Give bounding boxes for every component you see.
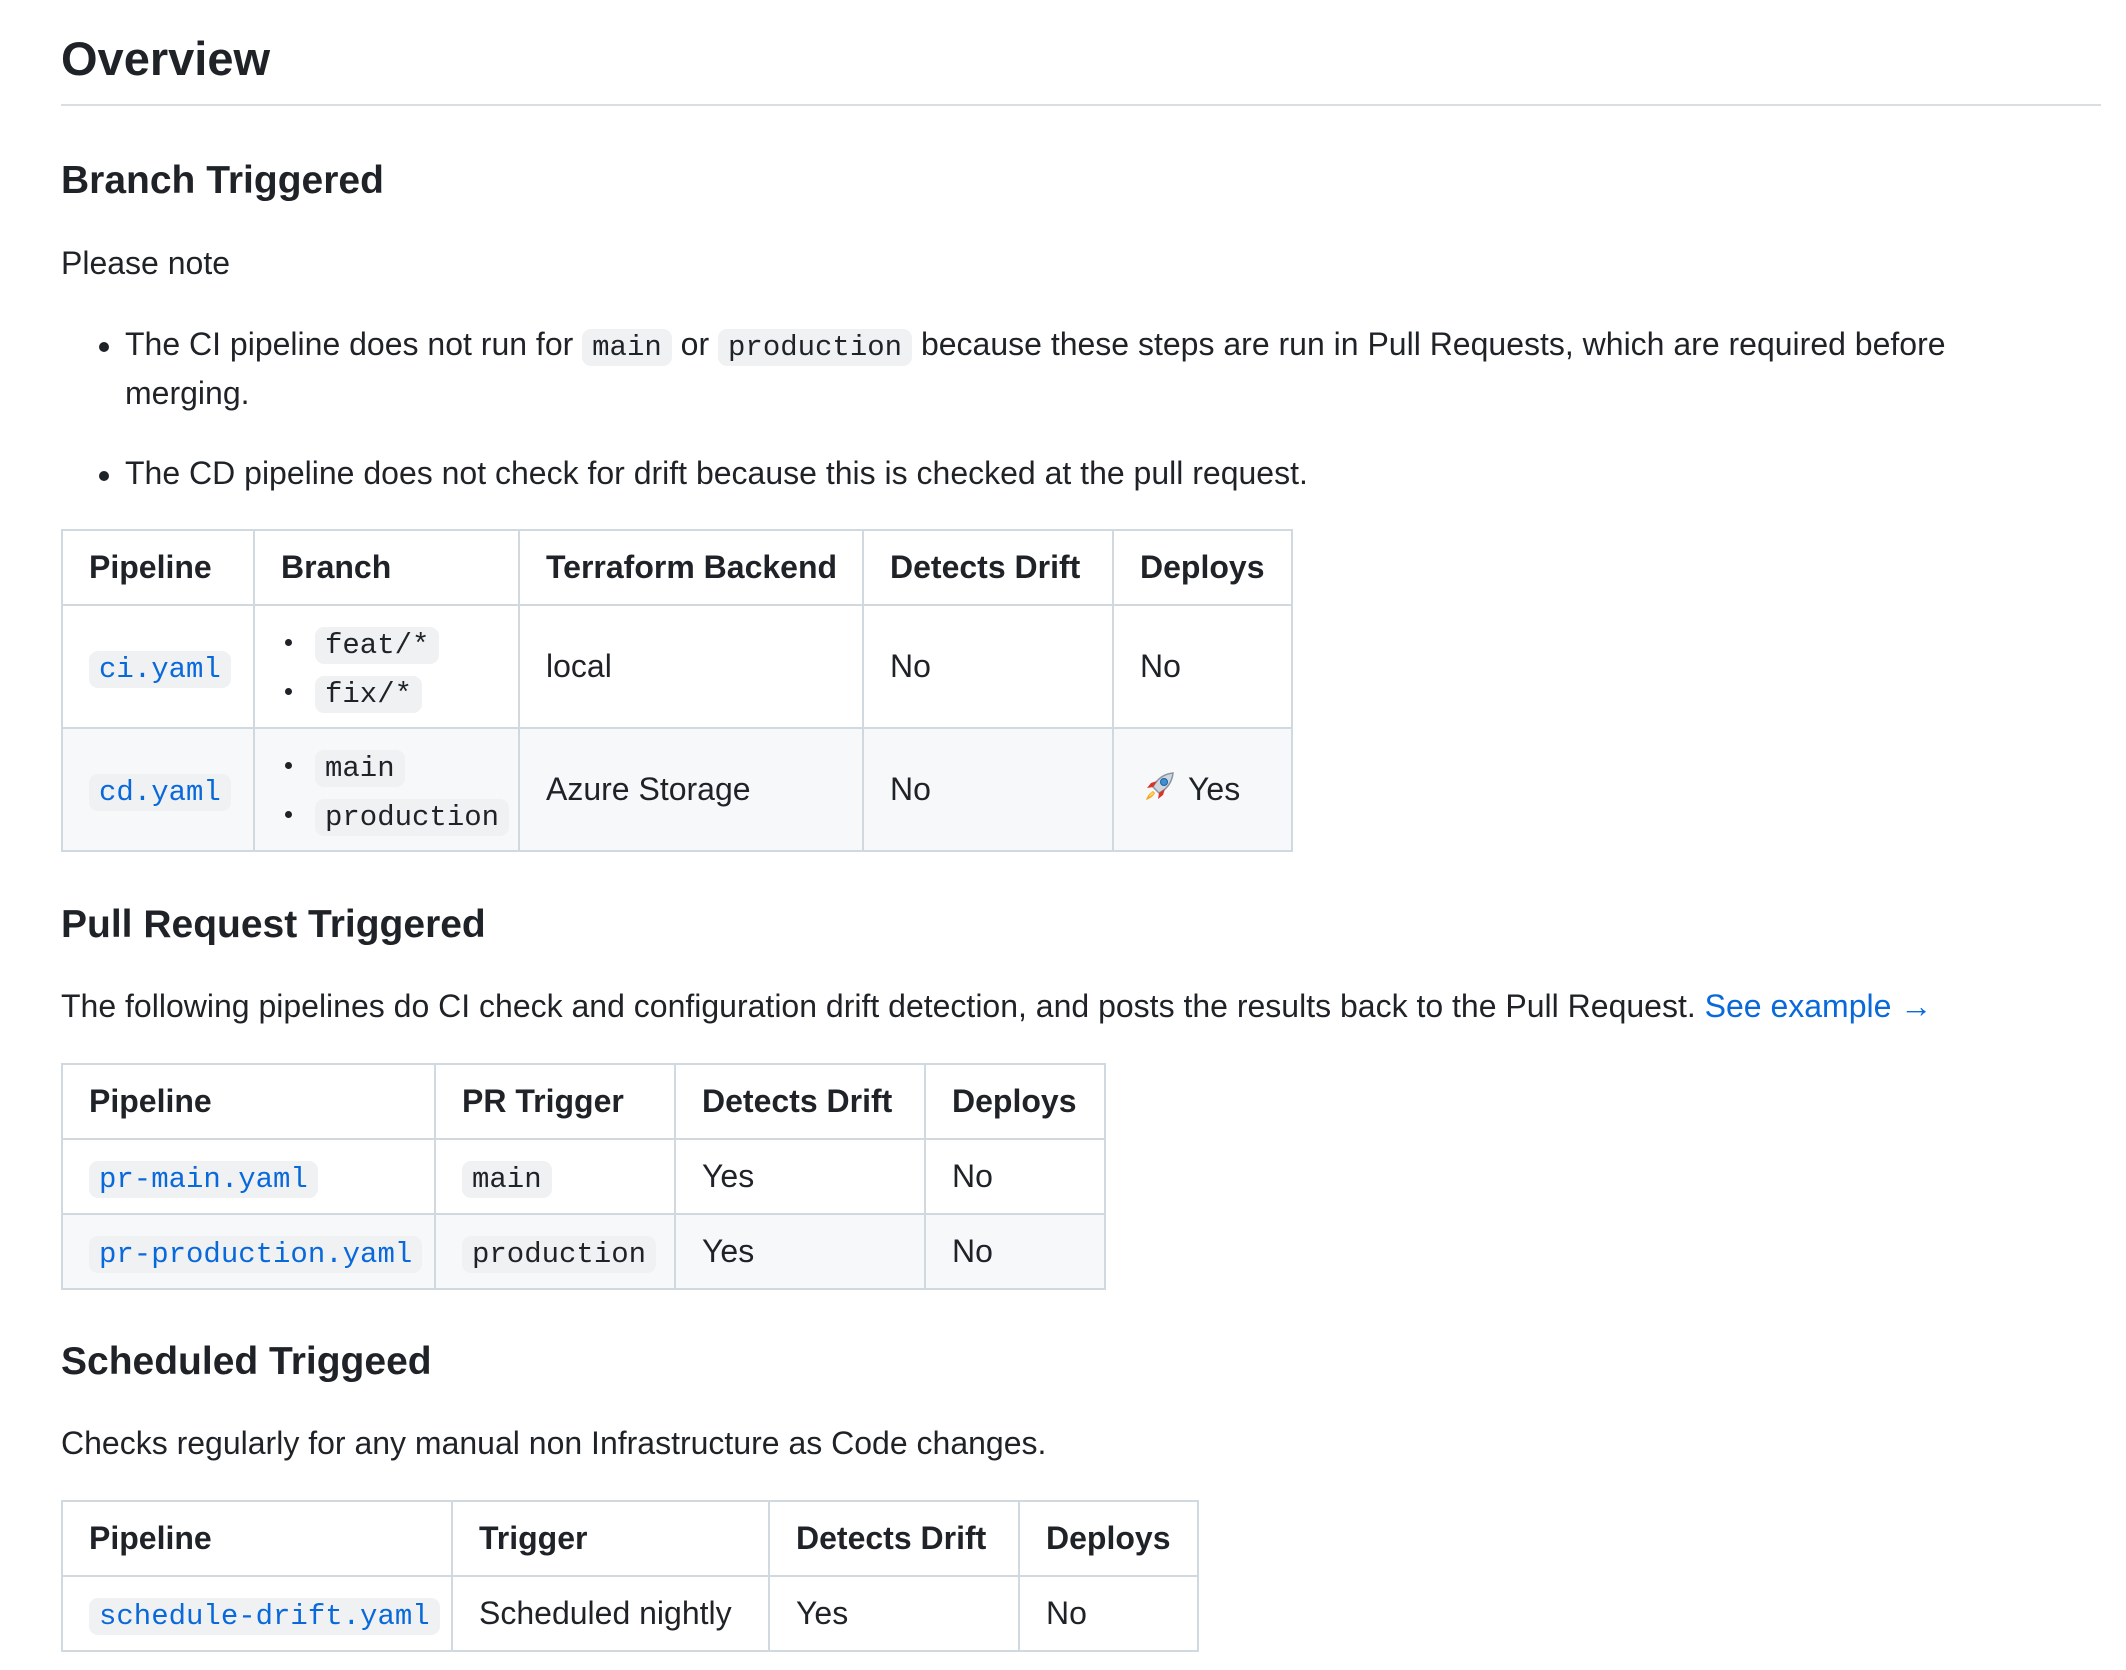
trigger-code: production [462,1235,657,1273]
branch-list: main production [281,741,510,839]
deploys-yes: Yes [1188,770,1241,807]
table-row: cd.yaml main production Azure Storage No [61,727,1293,852]
drift-cell: Yes [674,1213,926,1290]
branch-list: feat/* fix/* [281,618,492,716]
backend-cell: Azure Storage [518,727,864,852]
branch-item: fix/* [281,667,492,716]
header-deploys: Deploys [1018,1500,1199,1577]
scheduled-heading: Scheduled Triggeed [61,1340,432,1383]
please-note-text: Please note [61,245,231,281]
header-pr-trigger: PR Trigger [434,1063,676,1140]
readme-page: Overview Branch Triggered Please note Th… [0,0,2126,1670]
title-divider [61,104,2101,106]
pr-description-text: The following pipelines do CI check and … [61,988,1696,1024]
scheduled-table: Pipeline Trigger Detects Drift Deploys s… [61,1500,1199,1652]
page-title: Overview [61,32,271,85]
header-branch: Branch [253,529,520,606]
trigger-code: main [462,1160,552,1198]
table-row: ci.yaml feat/* fix/* local No No [61,604,1293,729]
branch-item: feat/* [281,618,492,667]
deploys-cell: No [924,1138,1106,1215]
table-row: schedule-drift.yaml Scheduled nightly Ye… [61,1575,1199,1652]
header-deploys: Deploys [1112,529,1293,606]
bullet-dot [99,471,109,481]
ci-note-before: The CI pipeline does not run for [125,326,574,362]
backend-cell: local [518,604,864,729]
bullet-dot [99,342,109,352]
header-terraform-backend: Terraform Backend [518,529,864,606]
deploys-cell: Yes [1112,727,1293,852]
ci-note-after: because these steps are run in Pull Requ… [920,326,1946,362]
drift-cell: No [862,604,1114,729]
pipeline-link-ci[interactable]: ci.yaml [89,650,231,688]
branch-code: fix/* [315,675,423,713]
see-example-link[interactable]: See example → [1705,988,1933,1024]
ci-note-wrap: merging. [125,375,250,411]
drift-cell: No [862,727,1114,852]
scheduled-description: Checks regularly for any manual non Infr… [61,1425,1047,1461]
branch-item: main [281,741,492,790]
header-detects-drift: Detects Drift [674,1063,926,1140]
branch-item: production [281,790,510,839]
branch-table: Pipeline Branch Terraform Backend Detect… [61,529,1293,852]
table-header-row: Pipeline PR Trigger Detects Drift Deploy… [61,1063,1106,1140]
deploys-cell: No [1018,1575,1199,1652]
header-detects-drift: Detects Drift [862,529,1114,606]
deploys-cell: No [924,1213,1106,1290]
header-pipeline: Pipeline [61,1500,453,1577]
table-row: pr-production.yaml production Yes No [61,1213,1106,1290]
deploys-cell: No [1112,604,1293,729]
table-header-row: Pipeline Branch Terraform Backend Detect… [61,529,1293,606]
branch-code: feat/* [315,626,440,664]
cd-note-line: The CD pipeline does not check for drift… [125,455,1308,491]
drift-cell: Yes [768,1575,1020,1652]
ci-note-or: or [680,326,710,362]
header-trigger: Trigger [451,1500,770,1577]
branch-code: production [315,798,510,836]
branch-code: main [315,749,405,787]
header-pipeline: Pipeline [61,529,255,606]
pr-description: The following pipelines do CI check and … [61,982,1932,1030]
inline-code-production: production [718,329,913,366]
rocket-icon [1140,766,1180,814]
pr-triggered-heading: Pull Request Triggered [61,903,486,946]
pipeline-link-schedule-drift[interactable]: schedule-drift.yaml [89,1597,440,1635]
table-header-row: Pipeline Trigger Detects Drift Deploys [61,1500,1199,1577]
table-row: pr-main.yaml main Yes No [61,1138,1106,1215]
ci-note-line: The CI pipeline does not run for main or… [125,320,1946,372]
trigger-cell: Scheduled nightly [451,1575,770,1652]
drift-cell: Yes [674,1138,926,1215]
branch-triggered-heading: Branch Triggered [61,159,384,202]
pipeline-link-pr-production[interactable]: pr-production.yaml [89,1235,423,1273]
pr-table: Pipeline PR Trigger Detects Drift Deploy… [61,1063,1106,1290]
header-deploys: Deploys [924,1063,1106,1140]
header-pipeline: Pipeline [61,1063,436,1140]
header-detects-drift: Detects Drift [768,1500,1020,1577]
pipeline-link-cd[interactable]: cd.yaml [89,773,231,811]
inline-code-main: main [582,329,672,366]
pipeline-link-pr-main[interactable]: pr-main.yaml [89,1160,318,1198]
